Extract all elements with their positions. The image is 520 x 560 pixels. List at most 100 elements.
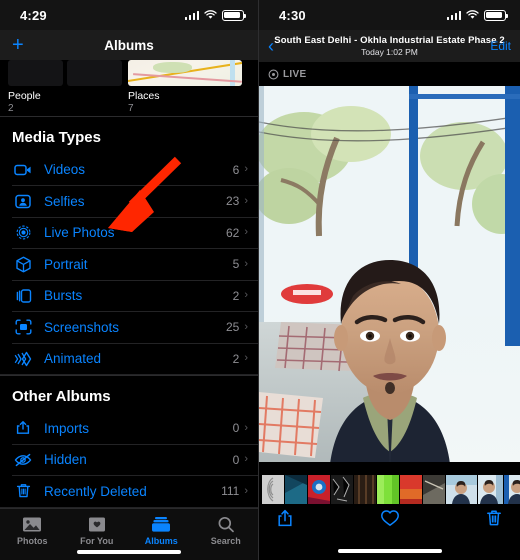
chevron-left-icon[interactable]: ‹ (268, 37, 274, 55)
add-album-button[interactable]: + (12, 35, 24, 55)
people-thumb (8, 60, 122, 86)
list-item-label: Recently Deleted (44, 483, 147, 499)
media-types-section: Media Types Videos 6 › Selfies 23 › Live… (0, 116, 258, 375)
wifi-icon (204, 10, 217, 19)
list-item-videos[interactable]: Videos 6 › (0, 154, 258, 186)
thumbnail-image (504, 475, 520, 504)
for-you-icon (88, 517, 105, 532)
thumbnail-item[interactable] (400, 475, 422, 504)
animated-chevrons-icon (12, 349, 34, 369)
status-time: 4:30 (279, 7, 306, 23)
list-item-label: Live Photos (44, 225, 115, 241)
list-item-animated[interactable]: Animated 2 › (0, 343, 258, 375)
tab-for-you[interactable]: For You (65, 516, 130, 546)
tab-photos[interactable]: Photos (0, 516, 65, 546)
thumbnail-item[interactable] (423, 475, 445, 504)
list-item-count: 2 (232, 351, 240, 366)
list-item-label: Imports (44, 420, 90, 436)
chevron-right-icon: › (244, 352, 248, 365)
import-tray-icon (12, 418, 34, 438)
album-card-people[interactable]: People 2 (8, 60, 122, 116)
list-item-selfies[interactable]: Selfies 23 › (0, 186, 258, 218)
cellular-signal-icon (184, 10, 199, 20)
list-item-count: 25 (225, 320, 240, 335)
share-button[interactable] (277, 509, 293, 532)
thumbnail-image (377, 475, 399, 504)
edit-button[interactable]: Edit (490, 39, 511, 53)
tab-bar: Photos For You Albums Search (0, 508, 258, 560)
tab-albums[interactable]: Albums (129, 516, 194, 546)
thumbnail-item[interactable] (446, 475, 477, 504)
share-icon (278, 509, 292, 526)
thumbnail-item[interactable] (331, 475, 353, 504)
tab-label: Photos (17, 536, 48, 546)
tab-label: For You (80, 536, 114, 546)
thumbnail-image (446, 475, 477, 504)
selfie-photo (259, 86, 520, 474)
chevron-right-icon: › (244, 194, 248, 207)
thumbnail-image (354, 475, 376, 504)
search-icon (218, 516, 234, 533)
other-albums-section: Other Albums Imports 0 › Hidden 0 › Rece… (0, 374, 258, 508)
list-item-live-photos[interactable]: Live Photos 62 › (0, 217, 258, 249)
chevron-right-icon: › (244, 320, 248, 333)
albums-navbar: + Albums (0, 30, 258, 60)
list-item-imports[interactable]: Imports 0 › (0, 413, 258, 445)
list-item-count: 5 (232, 257, 240, 272)
live-photo-icon (12, 223, 34, 243)
photo-thumbnail-strip[interactable] (259, 474, 520, 505)
thumbnail-item[interactable] (504, 475, 520, 504)
section-header-media-types: Media Types (0, 116, 258, 154)
chevron-right-icon: › (244, 484, 248, 497)
photos-icon (23, 517, 42, 532)
list-item-count: 0 (232, 452, 240, 467)
thumbnail-item[interactable] (308, 475, 330, 504)
live-badge-bar: LIVE (259, 62, 520, 86)
photo-viewer[interactable] (259, 86, 520, 474)
status-indicators (446, 9, 509, 21)
tab-search[interactable]: Search (194, 516, 259, 546)
thumbnail-image (478, 475, 503, 504)
tab-label: Albums (144, 536, 178, 546)
list-item-label: Bursts (44, 288, 83, 304)
status-indicators (184, 9, 247, 21)
home-indicator (337, 549, 442, 553)
list-item-label: Hidden (44, 452, 87, 468)
page-title: Albums (104, 37, 154, 53)
thumbnail-item[interactable] (262, 475, 284, 504)
list-item-label: Animated (44, 351, 102, 367)
list-item-count: 2 (232, 288, 240, 303)
list-item-portrait[interactable]: Portrait 5 › (0, 249, 258, 281)
dual-screenshot-stage: 4:29 + Albums People 2 Places 7 Media Ty… (0, 0, 520, 560)
chevron-right-icon: › (244, 453, 248, 466)
trash-icon (487, 509, 501, 525)
cellular-signal-icon (446, 10, 461, 20)
album-card-places[interactable]: Places 7 (128, 60, 242, 116)
list-item-count: 23 (225, 194, 240, 209)
favorite-button[interactable] (380, 509, 400, 532)
delete-button[interactable] (486, 509, 502, 532)
live-photo-badge[interactable]: LIVE (268, 69, 306, 80)
video-camera-icon (12, 160, 34, 180)
album-name: People (8, 90, 41, 102)
list-item-screenshots[interactable]: Screenshots 25 › (0, 312, 258, 344)
list-item-count: 62 (225, 225, 240, 240)
thumbnail-item[interactable] (478, 475, 503, 504)
list-item-label: Videos (44, 162, 86, 178)
list-item-hidden[interactable]: Hidden 0 › (0, 444, 258, 476)
chevron-right-icon: › (244, 163, 248, 176)
top-albums-strip: People 2 Places 7 (0, 60, 258, 116)
tab-label: Search (210, 536, 241, 546)
thumbnail-item[interactable] (354, 475, 376, 504)
album-count: 7 (128, 103, 134, 115)
list-item-bursts[interactable]: Bursts 2 › (0, 280, 258, 312)
thumbnail-item[interactable] (285, 475, 307, 504)
chevron-right-icon: › (244, 289, 248, 302)
albums-icon (152, 517, 171, 532)
list-item-recently-deleted[interactable]: Recently Deleted 111 › (0, 476, 258, 508)
chevron-right-icon: › (244, 421, 248, 434)
burst-stack-icon (12, 286, 34, 306)
thumbnail-item[interactable] (377, 475, 399, 504)
live-badge-label: LIVE (283, 68, 307, 80)
thumbnail-image (285, 475, 307, 504)
